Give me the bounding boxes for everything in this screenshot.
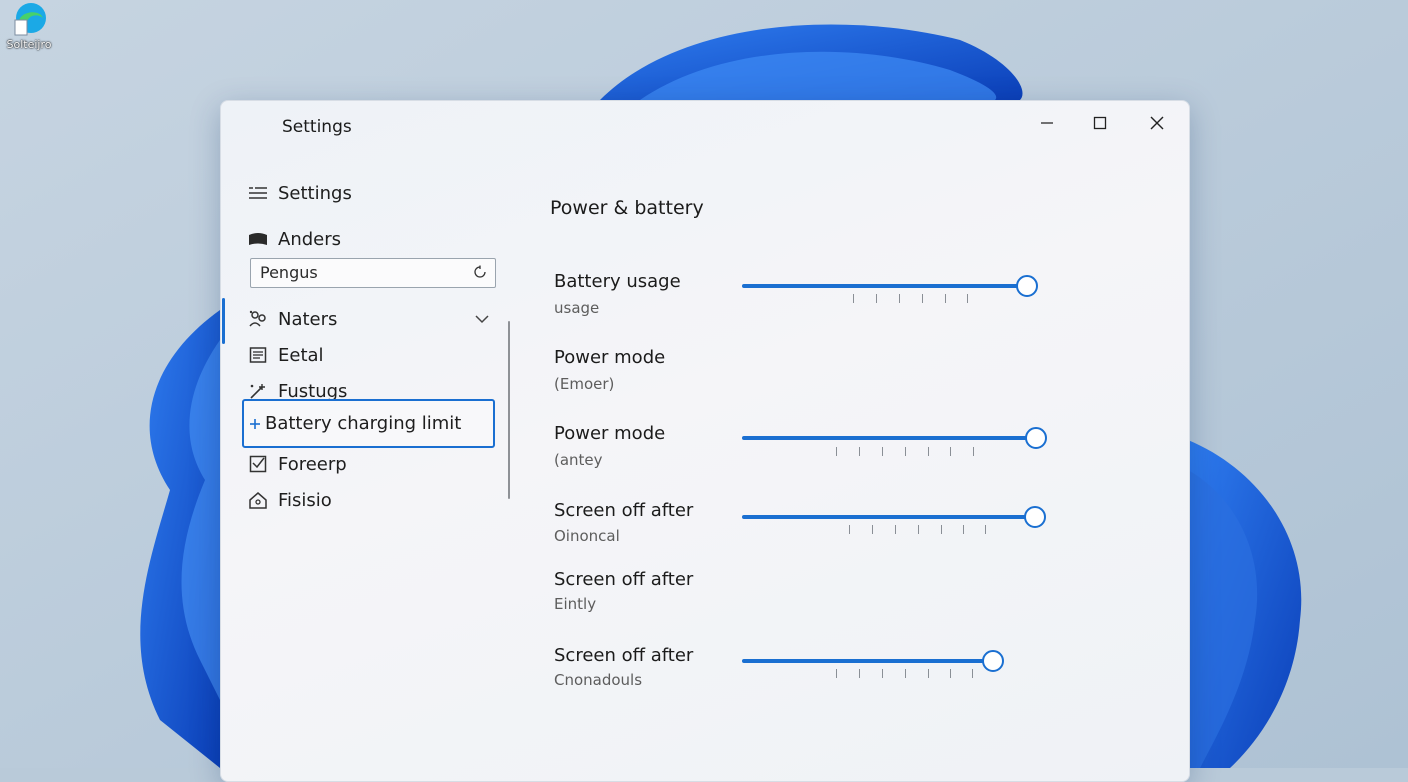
edge-browser-icon: [14, 3, 46, 36]
sidebar-item-naters[interactable]: Naters: [247, 304, 337, 334]
desktop-shortcut[interactable]: Solteijro: [0, 0, 58, 58]
sidebar-item-eetal[interactable]: Eetal: [247, 340, 324, 370]
document-icon: [249, 347, 267, 363]
slider-thumb[interactable]: [1016, 275, 1038, 297]
search-input[interactable]: [251, 259, 465, 285]
chevron-down-icon[interactable]: [475, 314, 489, 324]
slider-ticks: [836, 447, 976, 457]
sidebar-item-label: Battery charging limit: [265, 413, 462, 434]
selection-indicator: [222, 298, 225, 344]
setting-sublabel: Eintly: [554, 595, 597, 613]
account-card-icon: [249, 233, 267, 245]
refresh-icon[interactable]: [473, 265, 487, 279]
minimize-button[interactable]: [1024, 109, 1070, 137]
battery-plus-icon: [250, 418, 260, 429]
setting-label: Screen off after: [554, 645, 694, 666]
setting-label: Battery usage: [554, 271, 681, 292]
desktop-icon-label: Solteijro: [6, 38, 52, 51]
setting-sublabel: Oinoncal: [554, 527, 620, 545]
search-box[interactable]: [250, 258, 496, 288]
close-icon: [1150, 116, 1164, 130]
sidebar-item-label: Fisisio: [278, 489, 332, 511]
setting-sublabel: Cnonadouls: [554, 671, 643, 689]
page-title: Power & battery: [550, 197, 704, 219]
maximize-button[interactable]: [1077, 109, 1123, 137]
close-button[interactable]: [1134, 109, 1180, 137]
setting-label: Power mode: [554, 347, 666, 368]
window-title: Settings: [282, 117, 352, 137]
user-name: Anders: [278, 228, 341, 250]
sidebar-item-battery-charging-limit[interactable]: Battery charging limit: [242, 399, 495, 448]
setting-sublabel: (Emoer): [554, 375, 615, 393]
setting-label: Power mode: [554, 423, 666, 444]
slider-thumb[interactable]: [1025, 427, 1047, 449]
sidebar: Settings Anders Naters Eetal Fustugs Ba: [221, 151, 511, 781]
maximize-icon: [1093, 116, 1107, 130]
content-pane: Power & battery Battery usage usage Powe…: [511, 151, 1189, 781]
sidebar-item-label: Foreerp: [278, 453, 347, 475]
sidebar-header-label: Settings: [278, 182, 352, 204]
title-bar[interactable]: Settings: [221, 101, 1189, 151]
setting-sublabel: usage: [554, 299, 600, 317]
setting-label: Screen off after: [554, 500, 694, 521]
sparkle-icon: [250, 384, 265, 399]
home-icon: [249, 492, 267, 509]
slider-ticks: [849, 525, 989, 535]
sidebar-user[interactable]: Anders: [247, 224, 341, 254]
minimize-icon: [1041, 122, 1053, 124]
setting-label: Screen off after: [554, 569, 694, 590]
menu-lines-icon: [249, 187, 267, 199]
sidebar-item-label: Eetal: [278, 344, 324, 366]
people-icon: [249, 310, 266, 327]
slider-ticks: [836, 669, 976, 679]
settings-window: Settings Settings Anders Naters: [220, 100, 1190, 782]
sidebar-settings-header[interactable]: Settings: [247, 178, 352, 208]
sidebar-item-fisisio[interactable]: Fisisio: [247, 485, 332, 515]
sidebar-item-label: Naters: [278, 308, 338, 330]
setting-sublabel: (antey: [554, 451, 603, 469]
sidebar-scrollbar[interactable]: [508, 321, 510, 499]
sidebar-item-foreerp[interactable]: Foreerp: [247, 449, 347, 479]
slider-ticks: [853, 294, 983, 304]
checkbox-icon: [249, 455, 267, 473]
slider-thumb[interactable]: [1024, 506, 1046, 528]
slider-thumb[interactable]: [982, 650, 1004, 672]
